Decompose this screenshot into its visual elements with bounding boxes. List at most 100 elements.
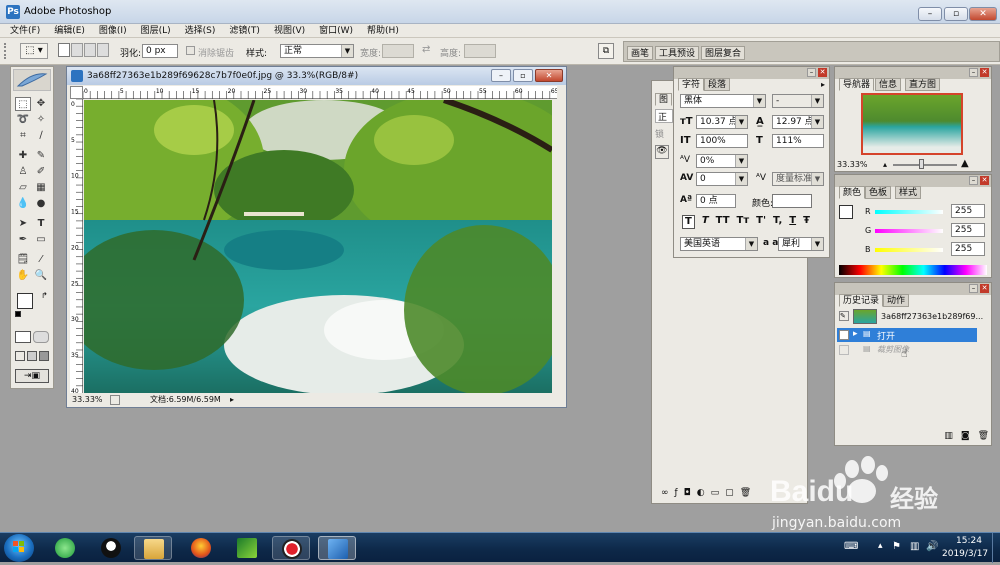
- step-checkbox[interactable]: [839, 345, 849, 355]
- kerning-select[interactable]: 0 ▼: [696, 172, 748, 186]
- new-group-icon[interactable]: ▭: [711, 488, 720, 498]
- zoom-icon[interactable]: 🔍: [33, 269, 49, 283]
- zoom-slider-thumb[interactable]: [919, 159, 924, 169]
- status-menu-icon[interactable]: [110, 395, 120, 405]
- delete-layer-icon[interactable]: 🗑: [740, 488, 751, 498]
- tab-histogram[interactable]: 直方图: [905, 78, 941, 91]
- default-colors-icon[interactable]: [15, 311, 21, 317]
- antialias-select[interactable]: 犀利 ▼: [778, 237, 824, 251]
- magic-wand-icon[interactable]: ✧: [33, 113, 49, 127]
- channel-g-input[interactable]: 255: [951, 223, 985, 237]
- subscript-button[interactable]: T,: [773, 215, 782, 229]
- subtract-selection-icon[interactable]: [84, 43, 96, 57]
- baseline-shift-input[interactable]: 0 点: [696, 194, 736, 208]
- tab-actions[interactable]: 动作: [883, 294, 910, 307]
- jump-to-imageready-icon[interactable]: ⇥▣: [15, 369, 49, 383]
- taskbar-qq[interactable]: [92, 536, 130, 560]
- navigator-zoom[interactable]: 33.33%: [837, 160, 868, 169]
- dodge-icon[interactable]: ●: [33, 197, 49, 211]
- screen-mode-2-icon[interactable]: [27, 351, 37, 361]
- tab-history[interactable]: 历史记录: [839, 294, 884, 307]
- panel-minimize-button[interactable]: –: [969, 176, 978, 185]
- new-snapshot-icon[interactable]: ◙: [961, 431, 970, 443]
- well-tab-brushes[interactable]: 画笔: [627, 46, 654, 60]
- underline-button[interactable]: T: [789, 215, 796, 229]
- clock-time[interactable]: 15:24: [956, 536, 982, 546]
- delete-state-icon[interactable]: 🗑: [978, 431, 989, 443]
- layer-mask-icon[interactable]: ◘: [684, 488, 691, 498]
- tab-color[interactable]: 颜色: [839, 186, 866, 199]
- antialias-checkbox[interactable]: [186, 46, 195, 55]
- style-select[interactable]: 正常 ▼: [280, 44, 354, 58]
- step-checkbox[interactable]: [839, 330, 849, 340]
- hand-icon[interactable]: ✋: [15, 269, 31, 283]
- tab-styles[interactable]: 样式: [895, 186, 922, 199]
- well-tab-tool-presets[interactable]: 工具预设: [655, 46, 700, 60]
- superscript-button[interactable]: T': [756, 215, 766, 229]
- panel-close-button[interactable]: ✕: [818, 68, 827, 77]
- language-select[interactable]: 美国英语 ▼: [680, 237, 758, 251]
- ruler-origin[interactable]: [70, 86, 83, 99]
- eye-icon[interactable]: 👁: [655, 145, 669, 159]
- faux-bold-button[interactable]: T: [682, 215, 695, 229]
- gradient-icon[interactable]: ▦: [33, 181, 49, 195]
- image-canvas[interactable]: [84, 100, 552, 393]
- kerning-mode-select[interactable]: 度量标准 ▼: [772, 172, 824, 186]
- menu-select[interactable]: 选择(S): [185, 24, 216, 37]
- well-tab-layer-comps[interactable]: 图层复合: [701, 46, 746, 60]
- brush-source-icon[interactable]: ✎: [839, 311, 849, 321]
- small-caps-button[interactable]: Tт: [737, 215, 750, 229]
- action-center-icon[interactable]: ⚑: [892, 541, 901, 552]
- menu-layer[interactable]: 图层(L): [141, 24, 171, 37]
- zoom-level[interactable]: 33.33%: [72, 394, 103, 406]
- text-color-swatch[interactable]: [772, 194, 812, 208]
- channel-b-slider[interactable]: [875, 248, 943, 252]
- zoom-in-icon[interactable]: ▲: [961, 158, 969, 169]
- vertical-scale-input[interactable]: 100%: [696, 134, 748, 148]
- doc-close-button[interactable]: ✕: [535, 69, 563, 82]
- taskbar-recorder[interactable]: [272, 536, 310, 560]
- zoom-slider[interactable]: [893, 164, 957, 166]
- all-caps-button[interactable]: TT: [716, 215, 730, 229]
- history-snapshot[interactable]: ✎ 3a68ff27363e1b289f69...: [837, 309, 989, 325]
- tab-info[interactable]: 信息: [875, 78, 902, 91]
- navigator-preview[interactable]: [861, 93, 963, 155]
- maximize-button[interactable]: ▫: [944, 7, 968, 21]
- taskbar-video-player[interactable]: [228, 536, 266, 560]
- tray-expand-icon[interactable]: ▴: [878, 541, 883, 551]
- horizontal-scale-input[interactable]: 111%: [772, 134, 824, 148]
- menu-image[interactable]: 图像(I): [99, 24, 127, 37]
- swap-colors-icon[interactable]: ↱: [41, 291, 48, 300]
- font-size-input[interactable]: 10.37 点 ▼: [696, 115, 748, 129]
- history-brush-icon[interactable]: ✐: [33, 165, 49, 179]
- menu-file[interactable]: 文件(F): [10, 24, 40, 37]
- doc-minimize-button[interactable]: –: [491, 69, 511, 82]
- screen-mode-1-icon[interactable]: [15, 351, 25, 361]
- new-document-from-state-icon[interactable]: ▥: [944, 431, 953, 443]
- channel-g-slider[interactable]: [875, 229, 943, 233]
- keyboard-icon[interactable]: ⌨: [844, 541, 858, 552]
- show-desktop-button[interactable]: [992, 533, 1000, 563]
- panel-close-button[interactable]: ✕: [980, 176, 989, 185]
- standard-mode-icon[interactable]: [15, 331, 31, 343]
- strikethrough-button[interactable]: Ŧ: [803, 215, 810, 229]
- taskbar-file-explorer[interactable]: [134, 536, 172, 560]
- channel-r-slider[interactable]: [875, 210, 943, 214]
- font-style-select[interactable]: - ▼: [772, 94, 824, 108]
- clone-stamp-icon[interactable]: ♙: [15, 165, 31, 179]
- crop-icon[interactable]: ⌗: [15, 129, 31, 143]
- tab-layers[interactable]: 图: [655, 93, 673, 106]
- channel-r-input[interactable]: 255: [951, 204, 985, 218]
- layer-style-icon[interactable]: ƒ: [675, 488, 678, 498]
- history-step-crop[interactable]: ▤ 裁剪图像 ☝: [837, 343, 977, 360]
- notes-icon[interactable]: 🗒: [15, 253, 31, 267]
- tab-swatches[interactable]: 色板: [865, 186, 892, 199]
- brush-icon[interactable]: ✎: [33, 149, 49, 163]
- rect-marquee-icon[interactable]: ⬚: [15, 97, 31, 111]
- zoom-out-icon[interactable]: ▴: [883, 160, 887, 169]
- minimize-button[interactable]: –: [918, 7, 942, 21]
- channel-b-input[interactable]: 255: [951, 242, 985, 256]
- file-browser-icon[interactable]: ⧉: [598, 43, 614, 59]
- blend-mode-select[interactable]: 正: [655, 109, 673, 123]
- add-selection-icon[interactable]: [71, 43, 83, 57]
